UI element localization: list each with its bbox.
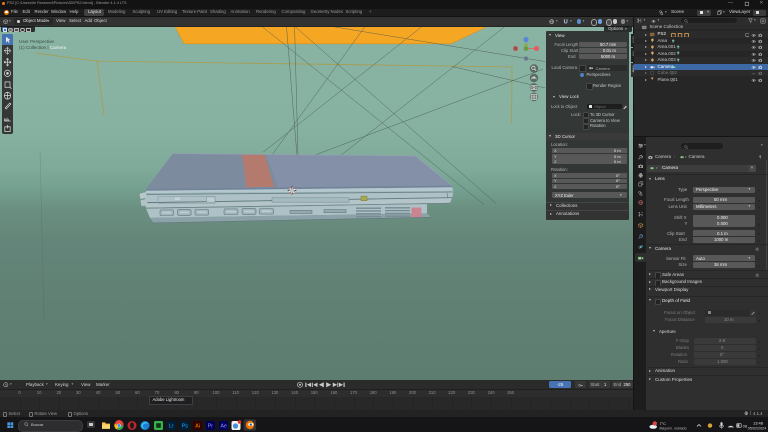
svg-text:Ps: Ps	[182, 424, 188, 430]
svg-text:05/02/2024: 05/02/2024	[748, 426, 766, 430]
svg-text:Mayorm. nublado: Mayorm. nublado	[660, 426, 687, 430]
svg-text:7°C: 7°C	[660, 422, 667, 426]
svg-text:13:48: 13:48	[753, 421, 764, 426]
svg-text:Ae: Ae	[221, 424, 227, 430]
svg-text:Pr: Pr	[208, 424, 213, 430]
svg-text:Lr: Lr	[169, 424, 174, 430]
svg-text:Ai: Ai	[195, 424, 200, 430]
